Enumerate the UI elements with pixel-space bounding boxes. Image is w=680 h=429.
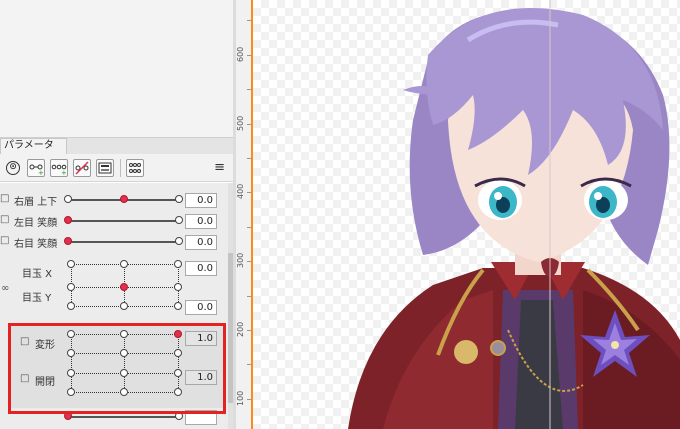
ruler-tick-label: 600 (236, 46, 245, 62)
parameter-label: 右目 笑顔 (14, 239, 58, 250)
menu-icon[interactable]: ≡ (214, 161, 225, 174)
parameter-label-x: 目玉 X (22, 269, 53, 280)
circle-arrow-icon[interactable]: ⊙ (6, 161, 20, 175)
slider-max-key (175, 237, 183, 245)
slider-min-key (64, 195, 72, 203)
grid-dots-icon (129, 163, 141, 173)
parameter-checkbox[interactable]: □ (0, 214, 9, 225)
toolbar-separator (120, 159, 121, 177)
parameter-label: 左目 笑顔 (14, 218, 58, 229)
grid-key-node (174, 302, 182, 310)
panel-tab-strip: パラメータ (0, 138, 233, 154)
svg-text:+: + (61, 169, 67, 176)
add-key-button[interactable]: + (50, 159, 68, 177)
ruler-tick-label: 300 (236, 252, 245, 268)
ruler-tick-label: 400 (236, 183, 245, 199)
parameter-label: 右眉 上下 (14, 197, 58, 208)
grid-key-node (120, 302, 128, 310)
grid-key-node (174, 283, 182, 291)
parameter-scrollbar[interactable] (228, 183, 233, 429)
slider-max-key (175, 216, 183, 224)
parameter-value-field[interactable]: 0.0 (185, 193, 217, 208)
tab-parameters-label: パラメータ (4, 140, 54, 151)
parameter-toolbar: ⊙ + + ≡ (0, 154, 233, 182)
blend-shape-button[interactable] (126, 159, 144, 177)
parameter-row: □ 右眉 上下 0.0 (0, 190, 228, 210)
link-icon: ∞ (1, 283, 10, 294)
ruler-tick-label: 500 (236, 115, 245, 131)
slider-handle[interactable] (64, 216, 72, 224)
add-keys-icon: + (51, 164, 67, 177)
parameter-row: □ 右目 笑顔 0.0 (0, 232, 228, 252)
add-parameter-button[interactable]: + (27, 159, 45, 177)
highlight-frame (8, 323, 226, 414)
grid-key-node (174, 260, 182, 268)
parameter-value-field[interactable]: 0.0 (185, 214, 217, 229)
upper-panel (0, 0, 233, 138)
parameter-checkbox[interactable]: □ (0, 235, 9, 246)
grid-key-node (67, 283, 75, 291)
slider-handle[interactable] (120, 195, 128, 203)
model-canvas[interactable] (253, 0, 680, 429)
grid-key-node (67, 302, 75, 310)
parameter-group-icon (98, 162, 112, 174)
vertical-ruler: 600 500 400 300 200 100 (236, 0, 252, 429)
add-key-icon: + (29, 164, 44, 177)
parameter-value-field-y[interactable]: 0.0 (185, 300, 217, 315)
slider-max-key (175, 195, 183, 203)
parameter-label-y: 目玉 Y (22, 293, 52, 304)
grid-handle[interactable] (120, 283, 128, 291)
grid-key-node (67, 260, 75, 268)
character-model-illustration (348, 0, 680, 429)
ruler-tick-label: 100 (236, 390, 245, 406)
group-parameter-button[interactable] (96, 159, 114, 177)
parameter-slider-track[interactable] (68, 416, 178, 418)
parameter-slider-track[interactable] (68, 220, 178, 222)
ruler-tick-label: 200 (236, 321, 245, 337)
delete-key-button[interactable] (73, 159, 91, 177)
slider-handle[interactable] (64, 237, 72, 245)
parameter-value-field-x[interactable]: 0.0 (185, 261, 217, 276)
grid-key-node (120, 260, 128, 268)
parameter-value-field[interactable]: 0.0 (185, 235, 217, 250)
delete-key-icon (75, 161, 89, 175)
parameter-row: □ 左目 笑顔 0.0 (0, 211, 228, 231)
svg-text:+: + (38, 169, 44, 176)
tab-parameters[interactable]: パラメータ (0, 138, 67, 154)
parameter-checkbox[interactable]: □ (0, 193, 9, 204)
scrollbar-thumb[interactable] (228, 253, 233, 403)
parameter-slider-track[interactable] (68, 241, 178, 243)
